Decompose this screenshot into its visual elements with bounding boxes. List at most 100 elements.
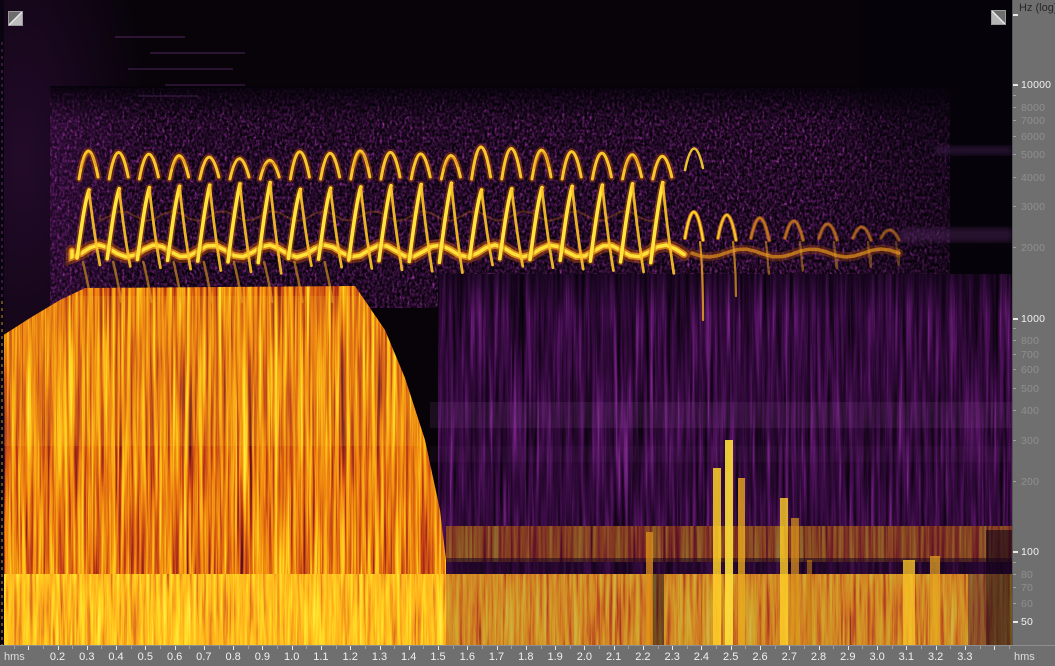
- freq-tick-label: 80: [1021, 569, 1033, 581]
- freq-tick-label: 200: [1021, 476, 1039, 488]
- freq-tick-label: 7000: [1021, 115, 1045, 127]
- freq-tick-mark: [1013, 247, 1016, 248]
- time-tick-label: 2.7: [782, 651, 797, 663]
- spectrogram-view[interactable]: [0, 0, 1012, 645]
- freq-tick-label: 8000: [1021, 102, 1045, 114]
- time-tick-label: 2.0: [577, 651, 592, 663]
- freq-tick-mark: [1013, 440, 1016, 441]
- freq-tick-mark: [1013, 354, 1016, 355]
- time-tick-label: 2.5: [723, 651, 738, 663]
- freq-tick-label: 100: [1021, 546, 1039, 558]
- time-tick-label: 1.6: [460, 651, 475, 663]
- time-tick-label: 0.2: [50, 651, 65, 663]
- time-tick-label: 3.0: [869, 651, 884, 663]
- time-tick-label: 2.4: [694, 651, 709, 663]
- time-tick-label: 0.9: [255, 651, 270, 663]
- time-tick-mark: [1009, 646, 1010, 649]
- spectral-frequency-display-panel: Hz (log) 1000080007000600050004000300020…: [0, 0, 1055, 666]
- time-tick-label: 1.7: [489, 651, 504, 663]
- freq-tick-mark: [1013, 562, 1016, 563]
- freq-tick-mark: [1013, 95, 1016, 96]
- time-tick-label: 0.4: [108, 651, 123, 663]
- freq-tick-label: 400: [1021, 405, 1039, 417]
- time-tick-label: 1.4: [401, 651, 416, 663]
- time-tick-label: 1.9: [547, 651, 562, 663]
- time-tick-mark: [687, 646, 688, 649]
- time-tick-mark: [760, 646, 761, 650]
- time-tick-mark: [336, 646, 337, 649]
- time-tick-mark: [380, 646, 381, 650]
- freq-tick-mark: [1013, 14, 1018, 16]
- freq-tick-mark: [1013, 481, 1016, 482]
- time-tick-mark: [701, 646, 702, 650]
- time-tick-mark: [423, 646, 424, 649]
- time-tick-mark: [409, 646, 410, 650]
- time-tick-mark: [950, 646, 951, 649]
- time-tick-mark: [804, 646, 805, 649]
- time-tick-mark: [628, 646, 629, 649]
- freq-tick-mark: [1013, 551, 1018, 553]
- freq-tick-label: 700: [1021, 349, 1039, 361]
- time-tick-label: 2.6: [752, 651, 767, 663]
- time-tick-mark: [599, 646, 600, 649]
- time-tick-mark: [467, 646, 468, 650]
- time-tick-mark: [848, 646, 849, 650]
- freq-tick-mark: [1013, 574, 1016, 575]
- time-tick-mark: [482, 646, 483, 649]
- time-tick-mark: [131, 646, 132, 649]
- time-tick-label: 0.8: [225, 651, 240, 663]
- time-tick-mark: [980, 646, 981, 649]
- time-tick-mark: [892, 646, 893, 649]
- time-axis[interactable]: hms hms 0.20.30.40.50.60.70.80.91.01.11.…: [0, 645, 1055, 666]
- freq-tick-label: 50: [1021, 616, 1033, 628]
- corner-grip-top-right[interactable]: [991, 10, 1006, 25]
- time-tick-mark: [101, 646, 102, 649]
- freq-tick-mark: [1013, 136, 1016, 137]
- freq-tick-label: 4000: [1021, 172, 1045, 184]
- time-tick-mark: [438, 646, 439, 650]
- time-tick-mark: [862, 646, 863, 649]
- time-tick-label: 1.5: [430, 651, 445, 663]
- corner-grip-top-left[interactable]: [8, 11, 23, 26]
- freq-tick-label: 60: [1021, 598, 1033, 610]
- freq-tick-label: 70: [1021, 582, 1033, 594]
- time-tick-mark: [965, 646, 966, 650]
- time-tick-mark: [775, 646, 776, 649]
- time-tick-mark: [248, 646, 249, 649]
- frequency-axis-unit-label: Hz (log): [1019, 2, 1055, 14]
- time-tick-mark: [511, 646, 512, 649]
- frequency-axis[interactable]: Hz (log) 1000080007000600050004000300020…: [1012, 0, 1055, 645]
- freq-tick-mark: [1013, 154, 1016, 155]
- time-tick-label: 0.5: [138, 651, 153, 663]
- freq-tick-mark: [1013, 621, 1018, 623]
- freq-tick-label: 800: [1021, 335, 1039, 347]
- time-tick-mark: [277, 646, 278, 649]
- time-tick-label: 2.3: [665, 651, 680, 663]
- time-tick-label: 1.1: [313, 651, 328, 663]
- time-tick-mark: [643, 646, 644, 650]
- time-tick-mark: [497, 646, 498, 650]
- time-tick-mark: [877, 646, 878, 650]
- freq-tick-label: 300: [1021, 435, 1039, 447]
- time-tick-mark: [658, 646, 659, 649]
- freq-tick-mark: [1013, 84, 1018, 86]
- freq-tick-label: 1000: [1021, 313, 1045, 325]
- time-tick-label: 1.8: [518, 651, 533, 663]
- time-axis-unit-label-right: hms: [1014, 651, 1035, 663]
- corner-grip-icon: [991, 10, 1006, 25]
- freq-tick-mark: [1013, 206, 1016, 207]
- freq-tick-mark: [1013, 120, 1016, 121]
- time-tick-mark: [526, 646, 527, 650]
- time-tick-mark: [716, 646, 717, 649]
- time-tick-mark: [145, 646, 146, 650]
- time-tick-mark: [731, 646, 732, 650]
- freq-tick-mark: [1013, 369, 1016, 370]
- time-tick-mark: [584, 646, 585, 650]
- time-tick-mark: [321, 646, 322, 650]
- time-tick-mark: [614, 646, 615, 650]
- time-tick-label: 1.3: [372, 651, 387, 663]
- time-tick-label: 2.1: [606, 651, 621, 663]
- freq-tick-mark: [1013, 340, 1016, 341]
- time-tick-mark: [819, 646, 820, 650]
- time-tick-label: 2.8: [811, 651, 826, 663]
